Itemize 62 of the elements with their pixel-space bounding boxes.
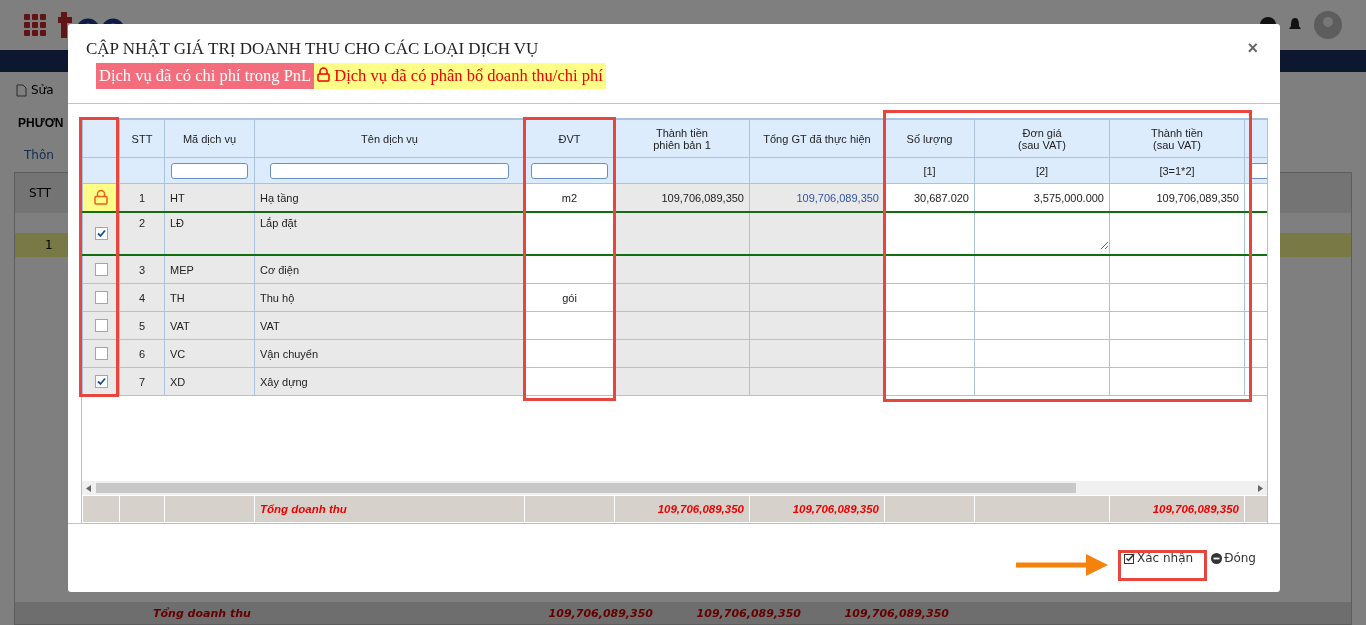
dialog-title: CẬP NHẬT GIÁ TRỊ DOANH THU CHO CÁC LOẠI DỊCH VỤ	[86, 38, 540, 59]
total-value: 109,706,089,350	[614, 495, 750, 523]
lock-icon	[317, 67, 331, 82]
scroll-right-icon[interactable]	[1257, 484, 1263, 492]
checkbox[interactable]	[94, 291, 108, 305]
column-header: Mã dịch vụ	[164, 119, 255, 158]
column-formula: [2]	[974, 157, 1110, 184]
table-cell: 2	[119, 212, 165, 255]
filter-field[interactable]	[171, 162, 248, 179]
table-header: STT	[28, 186, 53, 200]
table-cell: Thu hộ	[254, 283, 525, 312]
table-cell: LĐ	[164, 212, 255, 255]
column-header: STT	[119, 119, 165, 158]
table-cell: MEP	[164, 255, 255, 284]
document-icon	[16, 83, 28, 97]
table-cell: TH	[164, 283, 255, 312]
total-value: 109,706,089,350	[547, 606, 654, 620]
total-value: 109,706,089,350	[749, 495, 885, 523]
checkbox[interactable]	[94, 347, 108, 361]
column-header: Tên dịch vụ	[254, 119, 525, 158]
column-header: Thành tiền phiên bản 1	[614, 119, 750, 158]
scroll-left-icon[interactable]	[86, 484, 92, 492]
checkbox[interactable]	[94, 375, 108, 389]
edit-button[interactable]: Sửa	[16, 83, 54, 97]
table-cell-text: 1	[44, 238, 53, 252]
total-label: Tổng doanh thu	[254, 495, 525, 523]
arrow-icon	[1016, 552, 1108, 578]
section-title: PHƯƠN	[17, 115, 65, 132]
checkbox[interactable]	[94, 263, 108, 277]
table-cell: Xây dựng	[254, 367, 525, 396]
column-header: Số lượng	[884, 119, 975, 158]
checkbox[interactable]	[94, 227, 108, 241]
close-button[interactable]: ×	[1243, 38, 1262, 59]
column-formula: [3=1*2]	[1109, 157, 1245, 184]
checkbox[interactable]	[94, 319, 108, 333]
column-header: Đơn giá (sau VAT)	[974, 119, 1110, 158]
total-label: Tổng doanh thu	[153, 606, 252, 620]
filter-field[interactable]	[270, 162, 509, 179]
table-cell: VAT	[254, 311, 525, 340]
column-header: Thành tiền (sau VAT)	[1109, 119, 1245, 158]
table-cell: Lắp đặt	[254, 212, 525, 255]
total-value: 109,706,089,350	[843, 606, 950, 620]
table-cell: Vận chuyển	[254, 339, 525, 368]
table-cell: Cơ điện	[254, 255, 525, 284]
legend-label: Dịch vụ đã có chi phí trong PnL	[96, 63, 315, 89]
table-cell: XD	[164, 367, 255, 396]
lock-icon	[94, 188, 108, 205]
minus-circle-icon	[1211, 552, 1223, 564]
close-button[interactable]: Đóng	[1205, 545, 1262, 571]
legend-label: Dịch vụ đã có phân bổ doanh thu/chi phí	[314, 63, 606, 89]
checkbox-icon	[1123, 552, 1135, 564]
apps-grid-icon[interactable]	[24, 14, 46, 36]
horizontal-scrollbar[interactable]	[82, 481, 1267, 495]
table-cell: VC	[164, 339, 255, 368]
column-formula: [1]	[884, 157, 975, 184]
total-value: 109,706,089,350	[1109, 495, 1245, 523]
avatar-icon[interactable]	[1314, 11, 1342, 39]
filter-field[interactable]	[531, 162, 608, 179]
column-header: Tổng GT đã thực hiện	[749, 119, 885, 158]
table-cell: VAT	[164, 311, 255, 340]
column-header: ĐVT	[524, 119, 615, 158]
total-value: 109,706,089,350	[695, 606, 802, 620]
